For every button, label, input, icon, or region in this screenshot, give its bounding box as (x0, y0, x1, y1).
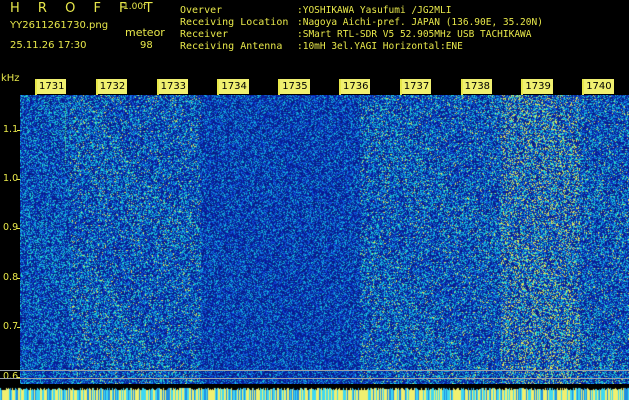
info-value-antenna: :10mH 3el.YAGI Horizontal:ENE (297, 41, 463, 52)
y-tick-label: 1.1 (3, 123, 19, 135)
y-tick-label: 0.9 (3, 222, 19, 234)
reference-line (0, 370, 629, 371)
time-mark-label: 1735 (280, 79, 310, 94)
y-tick-label: 0.7 (3, 321, 19, 333)
time-mark-label: 1739 (523, 79, 553, 94)
time-mark-label: 1738 (462, 79, 493, 94)
info-key-observer: Overver (180, 5, 223, 16)
info-value-receiver: :SMart RTL-SDR V5 52.905MHz USB TACHIKAW… (297, 29, 532, 40)
spectrogram (20, 95, 629, 384)
info-key-location: Receiving Location (180, 17, 289, 28)
info-value-location: :Nagoya Aichi-pref. JAPAN (136.90E, 35.2… (297, 17, 543, 28)
y-tick-label: 1.0 (3, 172, 19, 184)
time-mark-label: 1732 (97, 79, 128, 94)
time-mark-label: 1740 (584, 79, 614, 94)
time-mark-label: 1734 (219, 79, 249, 94)
reference-line (0, 378, 629, 379)
y-axis-unit: kHz (1, 73, 20, 84)
time-mark-label: 1737 (401, 79, 432, 94)
hrofft-window: H R O F F T 1.00f YY2611261730.png meteo… (0, 0, 629, 400)
signal-level-strip (0, 384, 629, 400)
y-tick-label: 0.8 (3, 271, 19, 283)
info-value-observer: :YOSHIKAWA Yasufumi /JG2MLI (297, 5, 452, 16)
time-axis: 1731 1732 1733 1734 1735 1736 1737 1738 1739 1740 (20, 79, 629, 95)
time-mark-label: 1736 (341, 79, 371, 94)
app-version: 1.00f (123, 2, 147, 12)
file-name: YY2611261730.png (10, 20, 109, 31)
time-mark-label: 1733 (158, 79, 189, 94)
info-key-receiver: Receiver (180, 29, 229, 40)
meteor-label: meteor (125, 26, 165, 39)
timestamp: 25.11.26 17:30 (10, 40, 87, 51)
y-tick-label: 0.6 (3, 370, 19, 382)
time-mark-label: 1731 (37, 79, 67, 94)
meteor-count: 98 (140, 40, 153, 51)
info-key-antenna: Receiving Antenna (180, 41, 283, 52)
